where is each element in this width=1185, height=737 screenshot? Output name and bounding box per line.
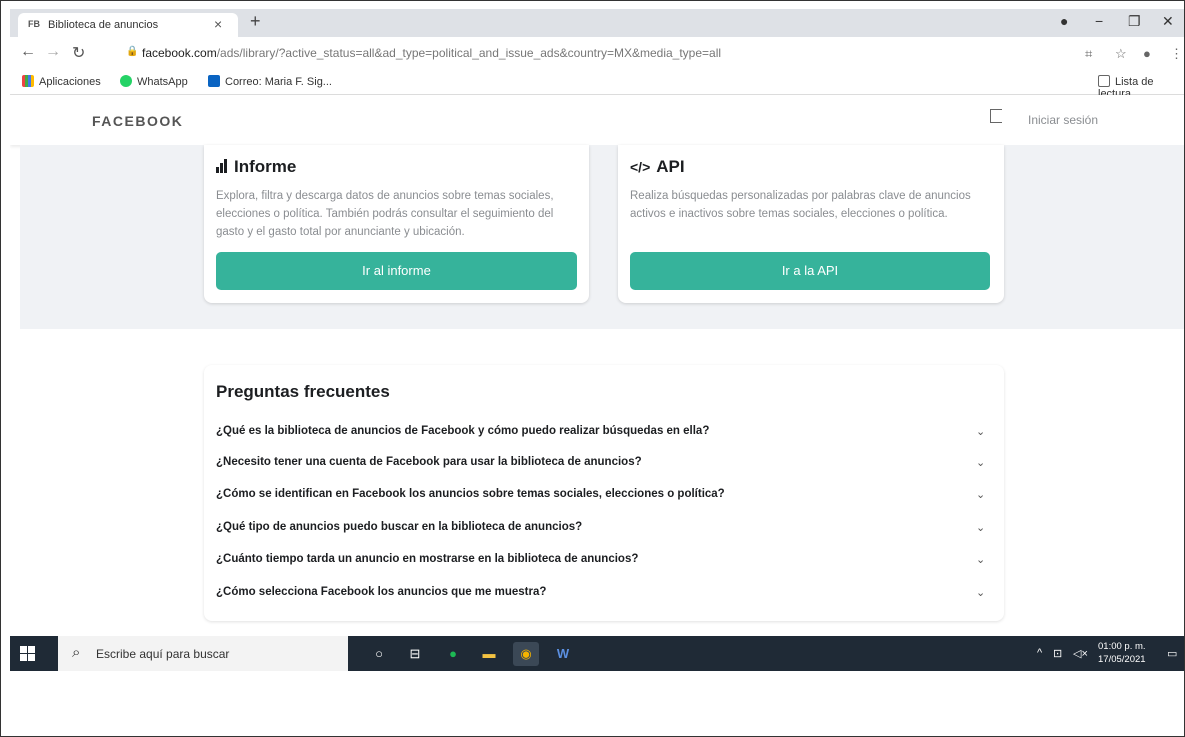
screenshot-frame: FB Biblioteca de anuncios × + ● − ❐ ✕ ← … — [0, 0, 1185, 737]
code-icon: </> — [630, 159, 651, 175]
windows-taskbar: ⌕ Escribe aquí para buscar ○ ⊟ ● ▬ ◉ W ^… — [10, 636, 1184, 671]
chrome-icon[interactable]: ◉ — [513, 642, 539, 666]
url-host: facebook.com — [142, 46, 217, 60]
bookmark-apps-label: Aplicaciones — [39, 76, 101, 88]
api-card-title: </> API — [630, 157, 685, 177]
taskbar-search-placeholder: Escribe aquí para buscar — [96, 647, 230, 661]
windows-start-icon[interactable] — [20, 646, 36, 662]
minimize-icon[interactable]: − — [1095, 13, 1103, 29]
facebook-header: FACEBOOK Iniciar sesión — [10, 95, 1184, 145]
login-icon[interactable] — [990, 109, 1002, 123]
reading-list-icon — [1098, 75, 1110, 87]
faq-question: ¿Cuánto tiempo tarda un anuncio en mostr… — [216, 553, 639, 565]
faq-title: Preguntas frecuentes — [216, 382, 390, 401]
faq-item[interactable]: ¿Cómo selecciona Facebook los anuncios q… — [216, 586, 996, 606]
network-icon[interactable]: ⊡ — [1053, 647, 1062, 660]
chevron-down-icon[interactable]: ⌄ — [976, 521, 985, 534]
new-tab-icon[interactable]: + — [250, 11, 261, 32]
tray-chevron-up-icon[interactable]: ^ — [1037, 647, 1042, 659]
apps-grid-icon — [22, 75, 34, 87]
chevron-down-icon[interactable]: ⌄ — [976, 488, 985, 501]
login-link[interactable]: Iniciar sesión — [1028, 113, 1098, 127]
word-icon[interactable]: W — [550, 642, 576, 666]
translate-icon[interactable]: ⌗ — [1085, 46, 1092, 62]
chevron-down-icon[interactable]: ⌄ — [976, 456, 985, 469]
chevron-down-icon[interactable]: ⌄ — [976, 553, 985, 566]
menu-icon[interactable]: ⋮ — [1170, 46, 1183, 62]
taskbar-search-box[interactable]: ⌕ Escribe aquí para buscar — [58, 636, 348, 671]
chevron-down-icon[interactable]: ⌄ — [976, 586, 985, 599]
faq-question: ¿Qué tipo de anuncios puedo buscar en la… — [216, 521, 583, 533]
outlook-icon — [208, 75, 220, 87]
bookmarks-bar: Aplicaciones WhatsApp Correo: Maria F. S… — [10, 69, 1184, 100]
maximize-icon[interactable]: ❐ — [1128, 13, 1141, 30]
bookmark-mail[interactable]: Correo: Maria F. Sig... — [208, 75, 332, 88]
tab-favicon: FB — [28, 19, 40, 29]
report-card-title: Informe — [216, 157, 296, 178]
address-bar[interactable]: 🔒 facebook.com/ads/library/?active_statu… — [120, 41, 1060, 65]
facebook-logo[interactable]: FACEBOOK — [92, 113, 183, 129]
file-explorer-icon[interactable]: ▬ — [476, 642, 502, 666]
faq-section: Preguntas frecuentes ¿Qué es la bibliote… — [204, 365, 1004, 621]
tab-close-icon[interactable]: × — [214, 16, 222, 32]
bookmark-whatsapp-label: WhatsApp — [137, 76, 188, 88]
bookmark-mail-label: Correo: Maria F. Sig... — [225, 76, 332, 88]
task-view-icon[interactable]: ⊟ — [402, 642, 428, 666]
url-path: /ads/library/?active_status=all&ad_type=… — [216, 46, 722, 60]
report-card-description: Explora, filtra y descarga datos de anun… — [216, 190, 554, 238]
chevron-down-icon[interactable]: ⌄ — [976, 425, 985, 438]
back-icon[interactable]: ← — [20, 43, 36, 61]
spotify-icon[interactable]: ● — [440, 642, 466, 666]
api-title-text: API — [656, 157, 685, 176]
faq-item[interactable]: ¿Qué es la biblioteca de anuncios de Fac… — [216, 425, 996, 445]
tab-title: Biblioteca de anuncios — [48, 19, 159, 31]
faq-question: ¿Cómo selecciona Facebook los anuncios q… — [216, 586, 547, 598]
cortana-icon[interactable]: ○ — [366, 642, 392, 666]
report-title-text: Informe — [234, 157, 297, 176]
api-card: </> API Realiza búsquedas personalizadas … — [618, 145, 1004, 303]
cards-section-background — [20, 145, 1184, 329]
api-card-description: Realiza búsquedas personalizadas por pal… — [630, 190, 971, 220]
lock-icon: 🔒 — [126, 46, 139, 57]
forward-icon[interactable]: → — [45, 43, 61, 61]
faq-question: ¿Qué es la biblioteca de anuncios de Fac… — [216, 425, 710, 437]
bookmark-star-icon[interactable]: ☆ — [1115, 46, 1127, 62]
browser-tab[interactable]: FB Biblioteca de anuncios × — [18, 13, 238, 37]
search-icon: ⌕ — [72, 644, 81, 661]
go-to-api-button[interactable]: Ir a la API — [630, 252, 990, 290]
notifications-icon[interactable]: ▭ — [1167, 647, 1177, 660]
bar-chart-icon — [216, 158, 228, 178]
faq-question: ¿Necesito tener una cuenta de Facebook p… — [216, 456, 642, 468]
account-icon[interactable]: ● — [1143, 46, 1151, 61]
whatsapp-icon — [120, 75, 132, 87]
reload-icon[interactable]: ↻ — [72, 43, 85, 63]
go-to-report-button[interactable]: Ir al informe — [216, 252, 577, 290]
faq-item[interactable]: ¿Cuánto tiempo tarda un anuncio en mostr… — [216, 553, 996, 573]
volume-icon[interactable]: ◁× — [1073, 647, 1088, 660]
browser-toolbar: ← → ↻ 🔒 facebook.com/ads/library/?active… — [10, 37, 1184, 69]
bookmark-whatsapp[interactable]: WhatsApp — [120, 75, 188, 88]
profile-icon[interactable]: ● — [1060, 13, 1068, 29]
faq-item[interactable]: ¿Cómo se identifican en Facebook los anu… — [216, 488, 996, 508]
taskbar-clock[interactable]: 01:00 p. m. 17/05/2021 — [1098, 640, 1146, 666]
clock-date: 17/05/2021 — [1098, 654, 1146, 665]
bookmark-apps[interactable]: Aplicaciones — [22, 75, 101, 88]
faq-item[interactable]: ¿Necesito tener una cuenta de Facebook p… — [216, 456, 996, 476]
faq-question: ¿Cómo se identifican en Facebook los anu… — [216, 488, 725, 500]
tab-strip: FB Biblioteca de anuncios × + ● − ❐ ✕ — [10, 9, 1184, 37]
close-window-icon[interactable]: ✕ — [1162, 13, 1174, 30]
faq-item[interactable]: ¿Qué tipo de anuncios puedo buscar en la… — [216, 521, 996, 541]
report-card: Informe Explora, filtra y descarga datos… — [204, 145, 589, 303]
screenshot: FB Biblioteca de anuncios × + ● − ❐ ✕ ← … — [10, 9, 1184, 671]
clock-time: 01:00 p. m. — [1098, 641, 1146, 652]
